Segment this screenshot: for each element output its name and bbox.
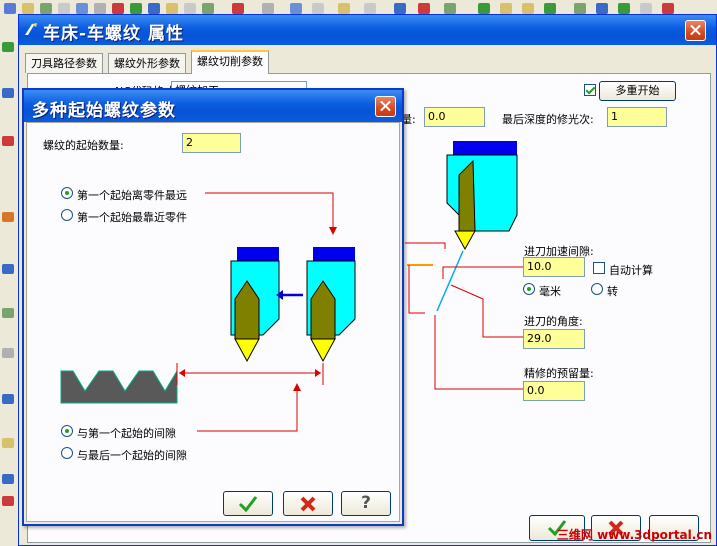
toolbar-icon[interactable] (290, 3, 302, 14)
unit-rev-radio[interactable] (591, 283, 603, 295)
toolbar-icon[interactable] (394, 3, 406, 14)
leader-line (205, 192, 334, 233)
lathe-app-icon (25, 23, 37, 35)
final-pass-field[interactable]: 1 (607, 107, 667, 127)
toolbar-icon[interactable] (148, 3, 160, 14)
toolbar-icon[interactable] (22, 3, 34, 14)
x-icon (300, 496, 316, 512)
left-toolbar (0, 18, 19, 546)
toolbar-icon[interactable] (130, 3, 142, 14)
close-icon[interactable] (375, 96, 396, 117)
multi-start-dialog: 多种起始螺纹参数 螺纹的起始数量: 2 第一个起始离零件最远 第一个起始最靠近零… (22, 88, 404, 526)
auto-calc-checkbox[interactable] (593, 262, 605, 274)
infeed-diagram (405, 141, 523, 390)
tab-thread-shape-params[interactable]: 螺纹外形参数 (108, 53, 186, 73)
toolbar-icon[interactable] (94, 3, 106, 14)
tab-thread-cut-params[interactable]: 螺纹切削参数 (191, 50, 269, 74)
arrow-head (293, 383, 301, 391)
tool-body (446, 154, 518, 232)
infeed-path-line (436, 250, 464, 312)
dialog-body: 螺纹的起始数量: 2 第一个起始离零件最远 第一个起始最靠近零件 与第一个起始的… (26, 122, 400, 522)
toolbar-icon[interactable] (2, 394, 14, 404)
multi-start-checkbox[interactable] (584, 84, 596, 96)
check-icon (238, 496, 258, 513)
toolbar-icon[interactable] (2, 438, 14, 448)
leader-line (434, 315, 523, 390)
toolbar-icon[interactable] (2, 136, 14, 146)
toolbar-icon[interactable] (76, 3, 88, 14)
toolbar-icon[interactable] (544, 3, 556, 14)
toolbar-icon[interactable] (2, 42, 14, 52)
toolbar-icon[interactable] (4, 3, 16, 14)
toolbar-icon[interactable] (58, 3, 70, 14)
toolbar-icon[interactable] (2, 348, 14, 358)
dialog-title-bar[interactable]: 多种起始螺纹参数 (24, 90, 402, 122)
toolbar-icon[interactable] (478, 3, 490, 14)
tool-holder-top (237, 247, 279, 261)
dialog-help-button[interactable]: ? (341, 491, 391, 516)
toolbar-icon[interactable] (596, 3, 608, 14)
multi-start-diagram (60, 192, 356, 432)
toolbar-icon[interactable] (184, 3, 196, 14)
toolbar-icon[interactable] (364, 3, 376, 14)
toolbar-icon[interactable] (2, 474, 14, 484)
arrow-head (315, 369, 321, 377)
toolbar-icon[interactable] (202, 3, 214, 14)
toolbar-icon[interactable] (522, 3, 534, 14)
arrow-head (179, 369, 185, 377)
toolbar-icon[interactable] (312, 3, 324, 14)
toolbar-icon[interactable] (640, 3, 652, 14)
tool-tip (310, 338, 336, 363)
leader-line (450, 284, 523, 338)
toolbar-icon[interactable] (2, 308, 14, 318)
tab-toolpath-params[interactable]: 刀具路径参数 (25, 53, 103, 73)
auto-calc-label: 自动计算 (609, 264, 653, 277)
toolbar-icon[interactable] (444, 3, 456, 14)
toolbar-icon[interactable] (2, 264, 14, 274)
toolbar-icon[interactable] (2, 88, 14, 98)
help-icon: ? (361, 493, 371, 513)
leader-line (405, 242, 446, 249)
toolbar-icon[interactable] (2, 496, 14, 506)
dialog-ok-button[interactable] (223, 491, 273, 516)
toolbar-icon[interactable] (262, 3, 274, 14)
multi-start-button[interactable]: 多重开始 (599, 81, 676, 101)
toolbar-icon[interactable] (338, 3, 350, 14)
tool-holder-top (453, 141, 517, 155)
toolbar-icon[interactable] (418, 3, 430, 14)
dialog-title: 多种起始螺纹参数 (32, 101, 176, 121)
tool-tip (234, 338, 260, 363)
toolbar-icon[interactable] (662, 3, 674, 14)
toolbar-icon[interactable] (232, 3, 244, 14)
toolbar-icon[interactable] (166, 3, 178, 14)
tool-tip (454, 230, 476, 251)
thread-workpiece (60, 369, 178, 404)
properties-title-bar[interactable]: 车床-车螺纹 属性 (19, 15, 716, 45)
depth-field[interactable]: 0.0 (424, 107, 485, 127)
toolbar-icon[interactable] (618, 3, 630, 14)
leader-line (408, 265, 425, 314)
properties-title: 车床-车螺纹 属性 (43, 24, 184, 44)
close-icon[interactable] (685, 20, 706, 41)
toolbar-icon[interactable] (500, 3, 512, 14)
toolbar-icon[interactable] (2, 212, 14, 222)
toolbar-icon[interactable] (112, 3, 124, 14)
unit-rev-label: 转 (607, 285, 618, 298)
arrow-head (329, 227, 337, 235)
dialog-cancel-button[interactable] (283, 491, 333, 516)
toolbar-icon[interactable] (574, 3, 586, 14)
leader-line (197, 385, 298, 432)
watermark: 三维网 www.3dportal.cn (556, 528, 712, 542)
tool-holder-top (313, 247, 355, 261)
toolbar-icon[interactable] (40, 3, 52, 14)
